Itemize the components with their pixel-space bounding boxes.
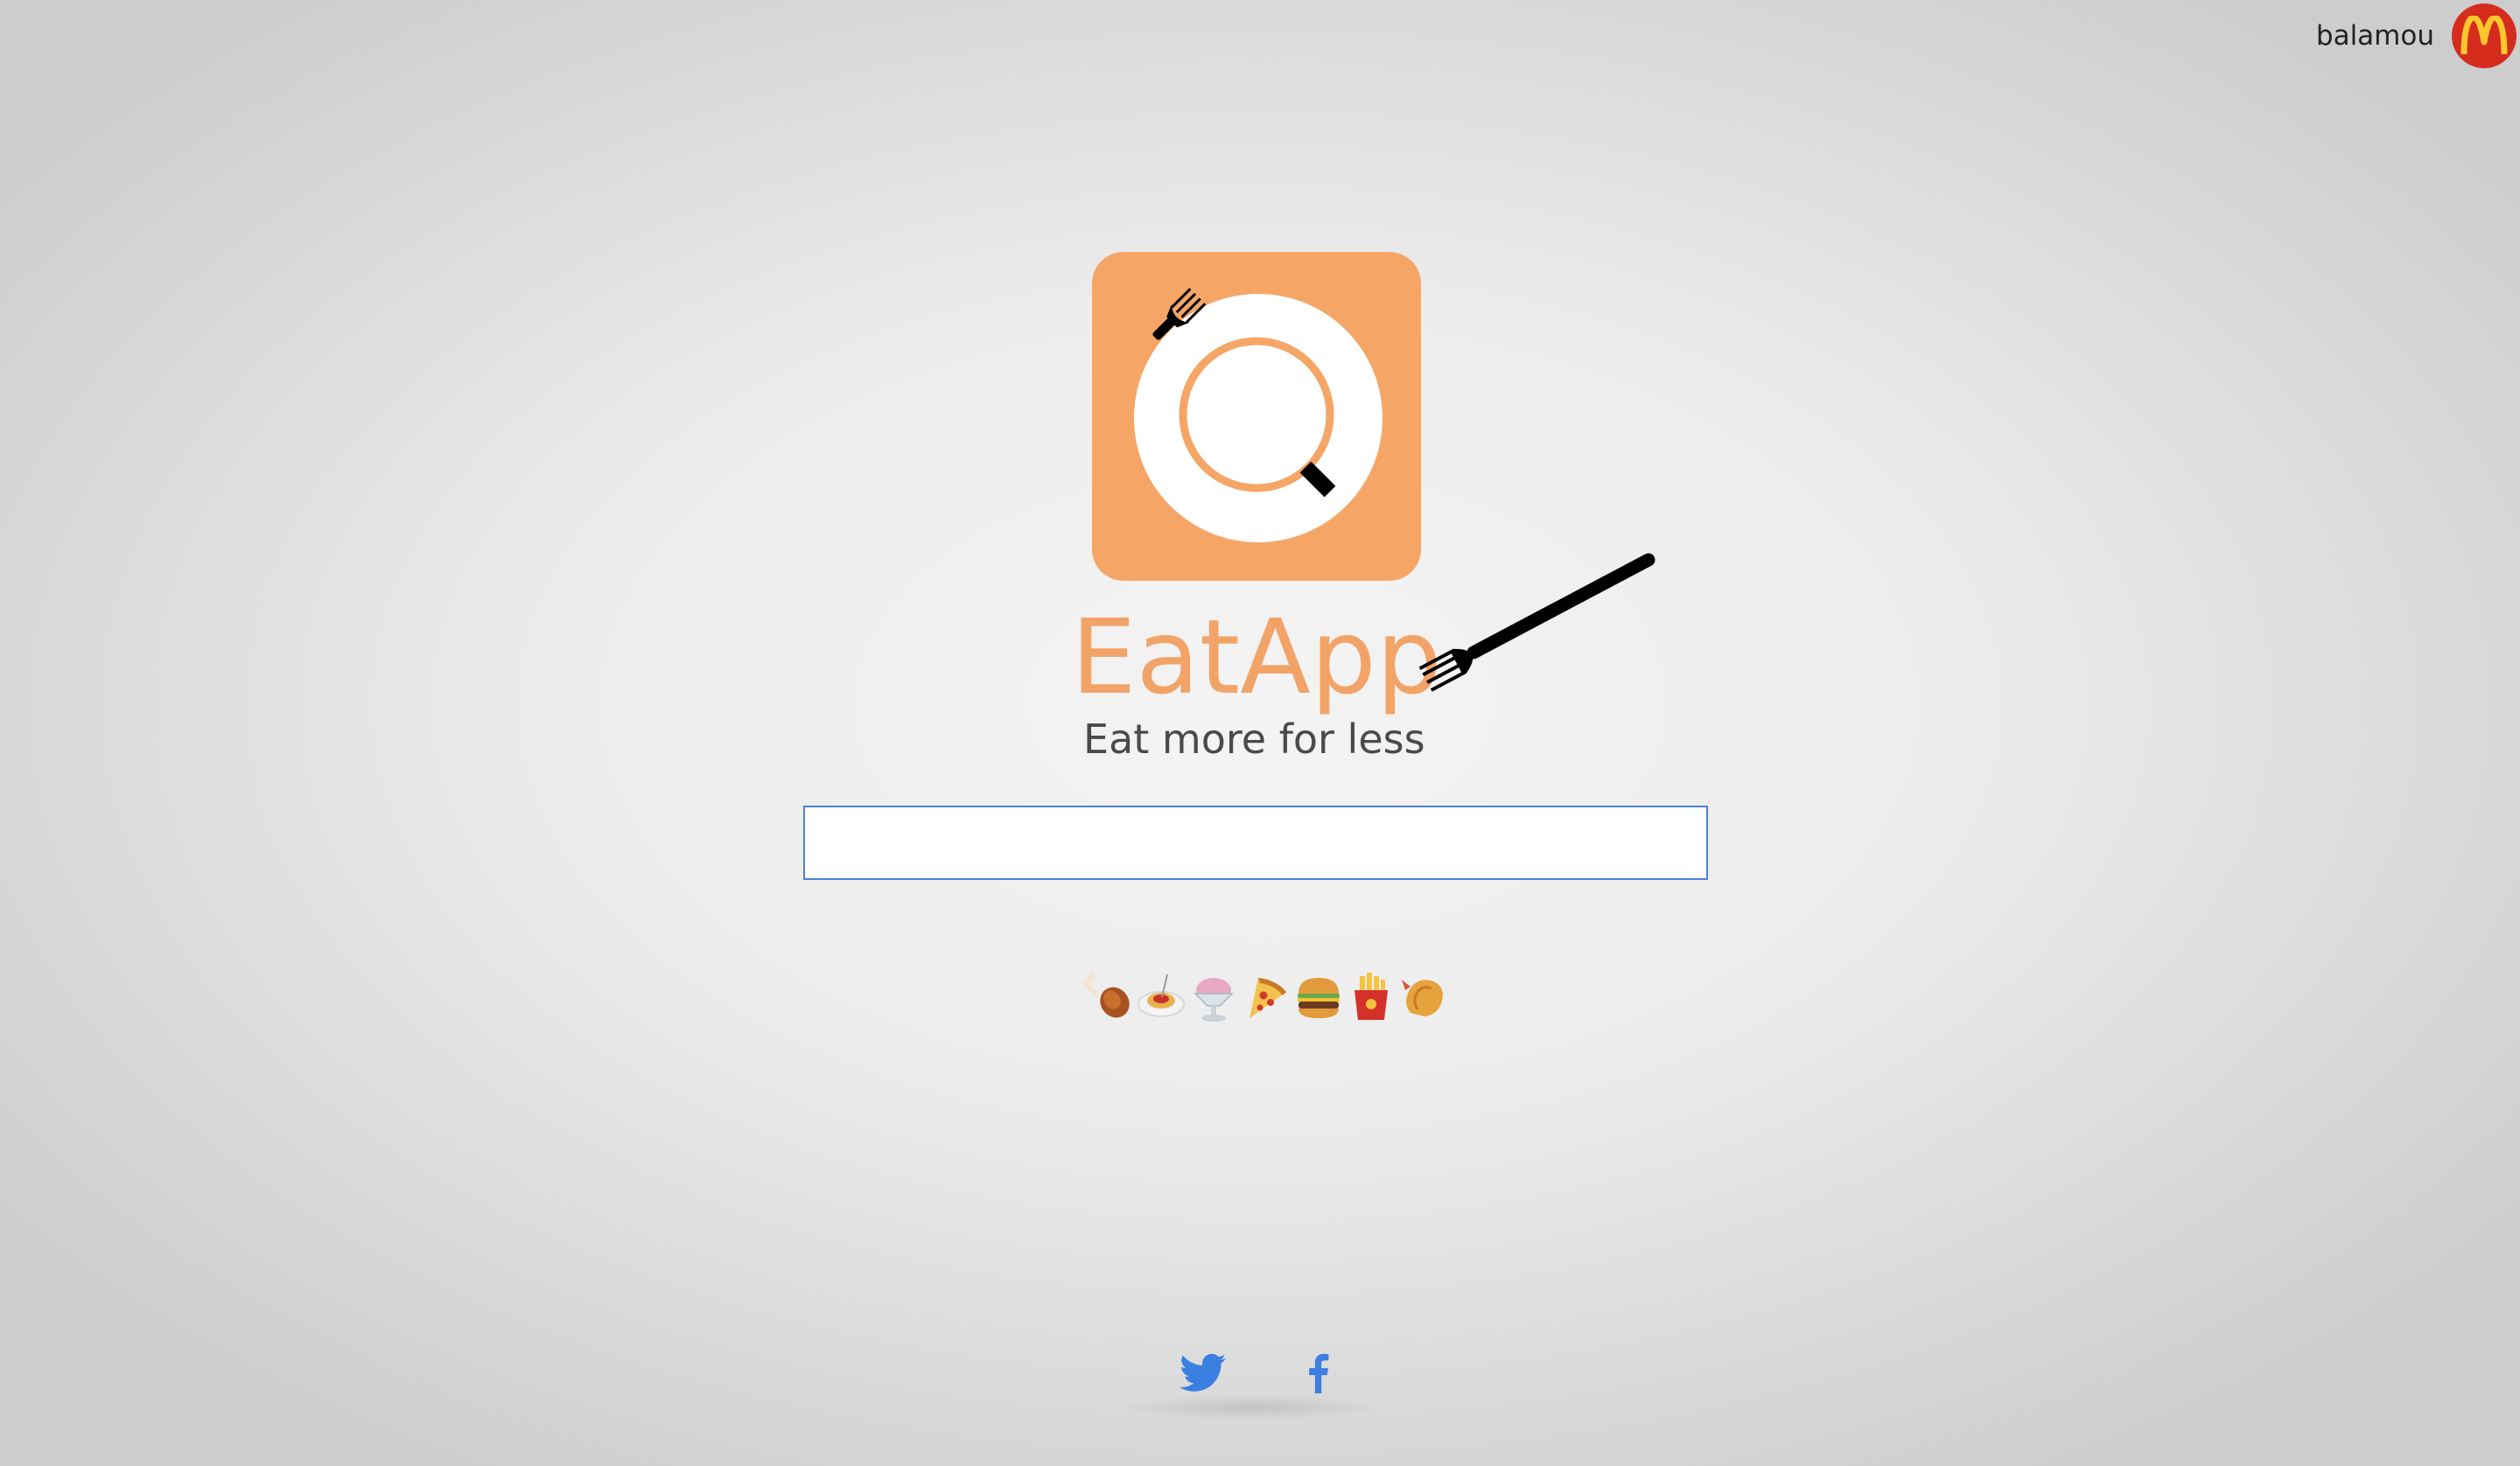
pizza-icon[interactable] — [1241, 971, 1292, 1023]
user-area[interactable]: balamou — [2316, 3, 2516, 68]
search-input[interactable] — [803, 806, 1708, 880]
username-label[interactable]: balamou — [2316, 20, 2434, 52]
facebook-link[interactable] — [1292, 1347, 1344, 1400]
french-fries-icon[interactable] — [1346, 971, 1396, 1023]
hamburger-icon[interactable] — [1293, 971, 1344, 1023]
spaghetti-icon[interactable] — [1136, 971, 1186, 1023]
shaved-ice-icon[interactable] — [1188, 971, 1239, 1023]
food-category-list — [1083, 971, 1449, 1023]
eatapp-logo: EatApp Eat more for less — [1071, 250, 1666, 775]
facebook-icon — [1309, 1353, 1329, 1393]
social-footer — [1120, 1338, 1382, 1435]
avatar[interactable] — [2452, 3, 2516, 68]
poultry-leg-icon[interactable] — [1083, 971, 1134, 1023]
fork-icon — [1418, 553, 1656, 692]
twitter-link[interactable] — [1177, 1347, 1229, 1400]
twitter-icon — [1180, 1353, 1227, 1392]
app-icon-tile — [1092, 252, 1421, 581]
mcdonalds-logo-icon — [2460, 16, 2508, 55]
fried-shrimp-icon[interactable] — [1398, 971, 1449, 1023]
fork-magnifier-icon — [1152, 288, 1336, 498]
tagline: Eat more for less — [1083, 716, 1425, 763]
